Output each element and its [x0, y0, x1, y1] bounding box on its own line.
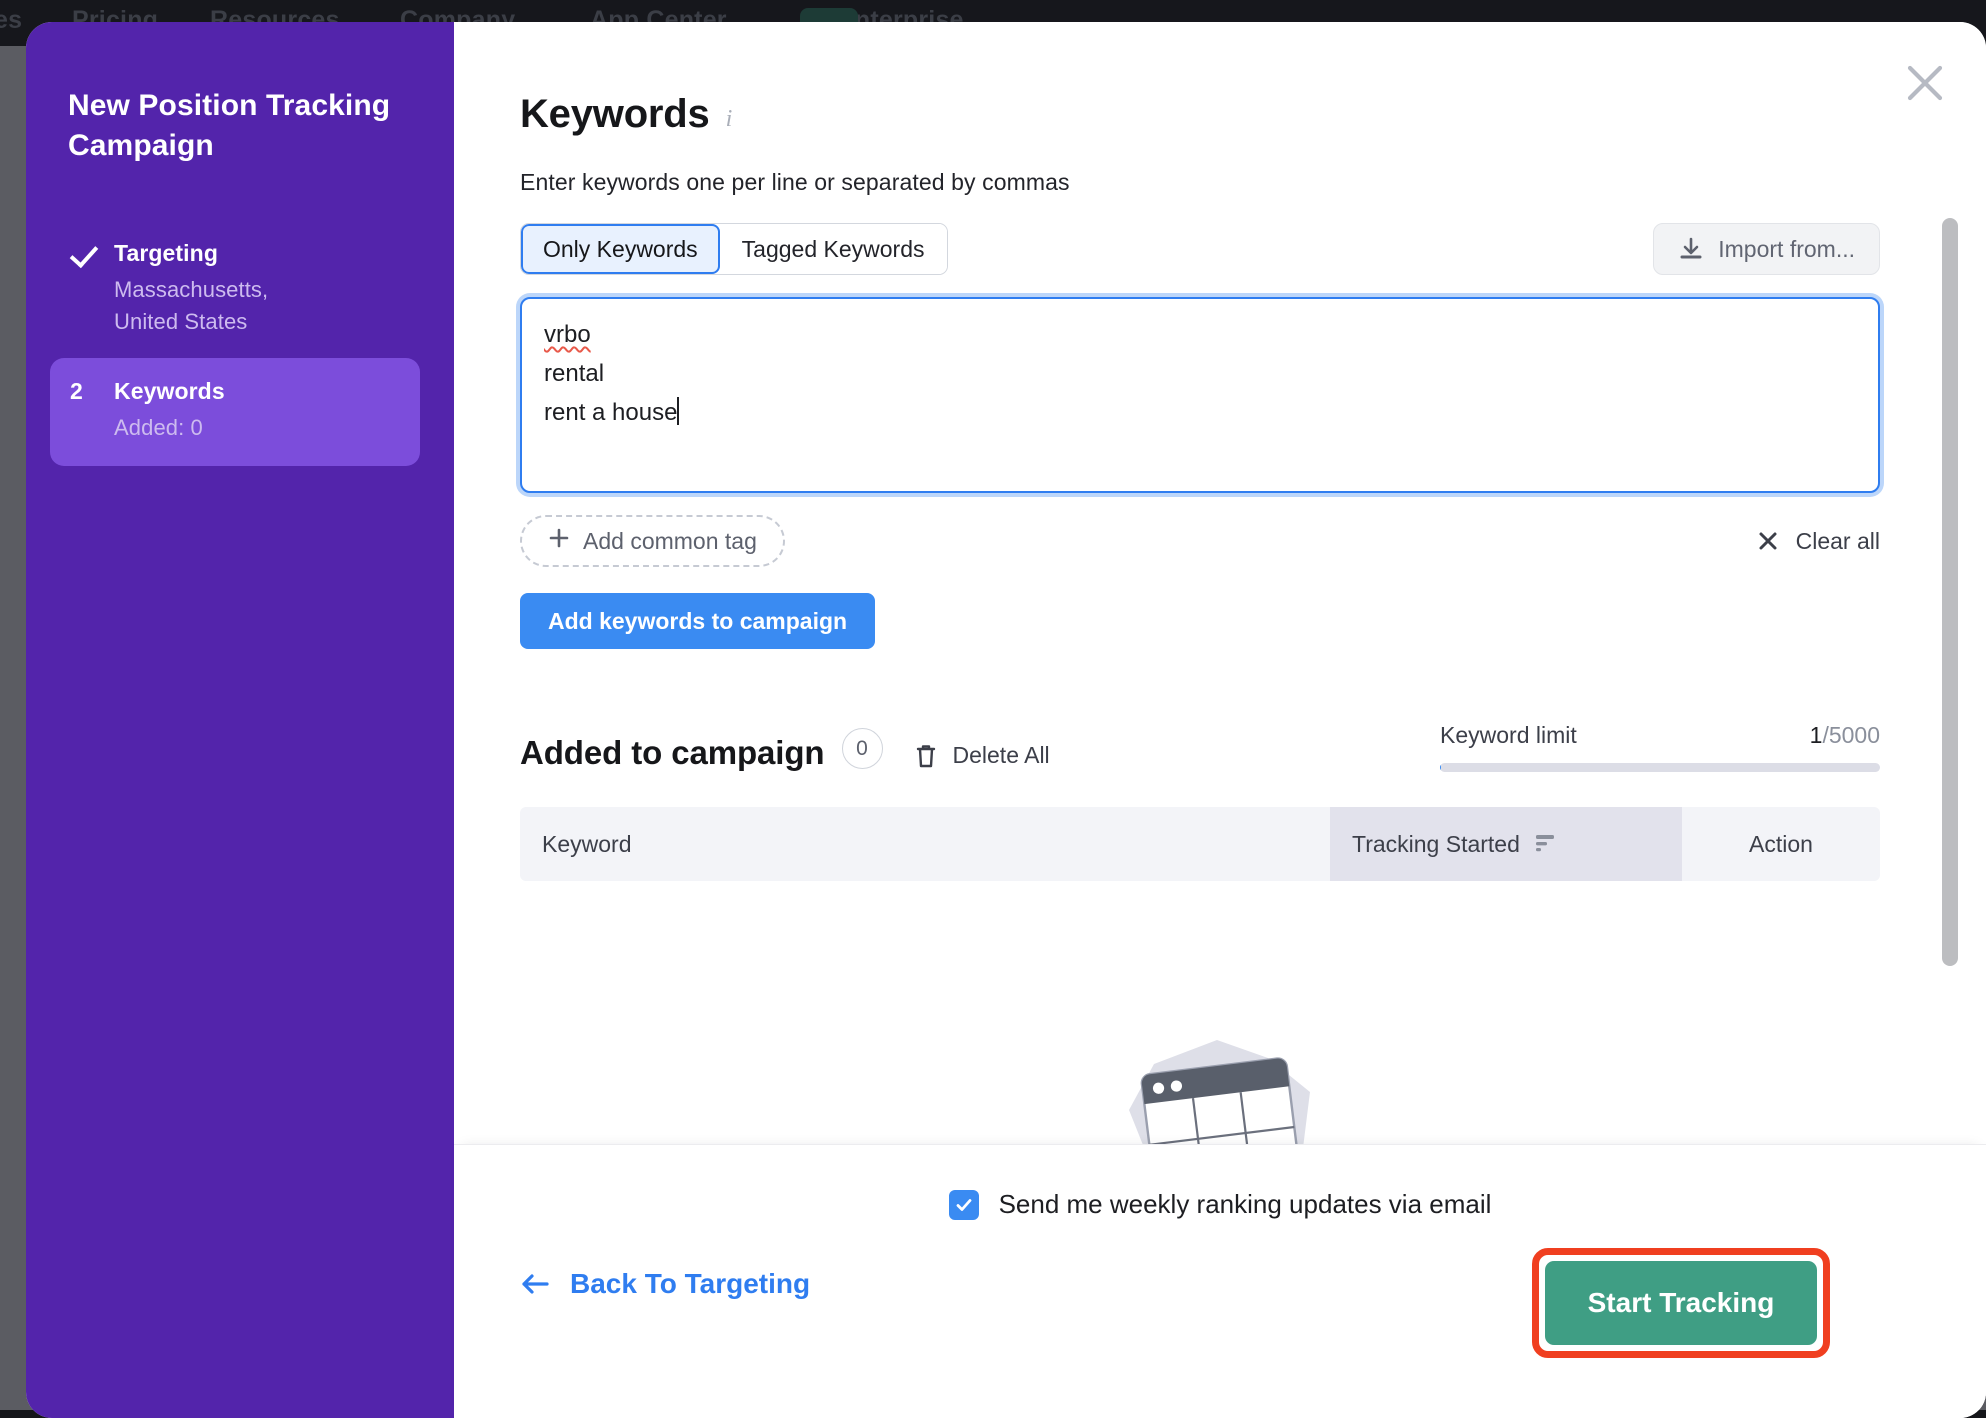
clear-all-label: Clear all: [1796, 528, 1880, 555]
keyword-limit-value: 1/5000: [1810, 722, 1880, 749]
back-to-targeting-button[interactable]: Back To Targeting: [520, 1268, 810, 1300]
step-sublabel-targeting: Massachusetts, United States: [114, 274, 394, 338]
footer-action-row: Back To Targeting Start Tracking: [454, 1248, 1986, 1358]
delete-all-button[interactable]: Delete All: [915, 742, 1050, 769]
close-x-icon: [1756, 529, 1780, 553]
column-header-keyword-label: Keyword: [542, 831, 631, 858]
tab-tagged-keywords[interactable]: Tagged Keywords: [720, 224, 947, 274]
campaign-wizard-sidebar: New Position Tracking Campaign Targeting…: [26, 22, 454, 1418]
added-keywords-table: Keyword Tracking Started: [520, 807, 1880, 881]
page-title-row: Keywords i: [520, 92, 1986, 137]
start-tracking-highlight-box: Start Tracking: [1532, 1248, 1830, 1358]
modal-content: Keywords i Enter keywords one per line o…: [454, 22, 1986, 1418]
step-complete-check-icon: [68, 238, 114, 268]
start-tracking-button[interactable]: Start Tracking: [1545, 1261, 1817, 1345]
arrow-left-icon: [520, 1272, 550, 1296]
keyword-limit-progressbar: [1440, 763, 1880, 772]
modal-footer: Send me weekly ranking updates via email…: [454, 1144, 1986, 1418]
wizard-step-list: Targeting Massachusetts, United States 2…: [68, 222, 412, 466]
step-sublabel-keywords: Added: 0: [114, 412, 402, 444]
info-icon[interactable]: i: [726, 102, 748, 128]
table-header-row: Keyword Tracking Started: [520, 807, 1880, 881]
tab-only-keywords[interactable]: Only Keywords: [521, 224, 720, 274]
weekly-email-row: Send me weekly ranking updates via email: [454, 1189, 1986, 1220]
column-header-keyword[interactable]: Keyword: [520, 807, 1330, 881]
keyword-line-1: vrbo: [544, 321, 591, 348]
column-header-action: Action: [1682, 807, 1880, 881]
download-icon: [1678, 236, 1704, 262]
sidebar-step-keywords[interactable]: 2 Keywords Added: 0: [50, 358, 420, 466]
text-caret: [677, 397, 679, 425]
tag-actions-row: Add common tag Clear all: [520, 515, 1880, 567]
import-from-label: Import from...: [1718, 236, 1855, 263]
keywords-input[interactable]: vrbo rental rent a house: [520, 297, 1880, 493]
trash-icon: [915, 743, 937, 769]
back-to-targeting-label: Back To Targeting: [570, 1268, 810, 1300]
delete-all-label: Delete All: [953, 742, 1050, 769]
weekly-email-label[interactable]: Send me weekly ranking updates via email: [999, 1189, 1492, 1220]
step-label-keywords: Keywords: [114, 376, 402, 406]
add-common-tag-button[interactable]: Add common tag: [520, 515, 785, 567]
sort-descending-icon: [1534, 831, 1556, 858]
add-keywords-to-campaign-button[interactable]: Add keywords to campaign: [520, 593, 875, 649]
step-number-keywords: 2: [68, 376, 114, 406]
step-label-targeting: Targeting: [114, 238, 394, 268]
column-header-tracking-started-label: Tracking Started: [1352, 831, 1520, 858]
keyword-limit-total: 5000: [1829, 722, 1880, 748]
keywords-toolbar: Only Keywords Tagged Keywords Import fro…: [520, 223, 1880, 275]
add-common-tag-label: Add common tag: [583, 528, 757, 555]
keywords-scroll-area: Keywords i Enter keywords one per line o…: [454, 22, 1986, 1142]
sidebar-step-targeting[interactable]: Targeting Massachusetts, United States: [68, 222, 412, 358]
column-header-action-label: Action: [1749, 831, 1813, 858]
keyword-limit-progress-fill: [1440, 763, 1441, 772]
weekly-email-checkbox[interactable]: [949, 1190, 979, 1220]
added-to-campaign-title: Added to campaign: [520, 734, 825, 772]
keyword-limit-current: 1: [1810, 722, 1823, 748]
keywords-hint-text: Enter keywords one per line or separated…: [520, 169, 1986, 196]
keyword-limit-label: Keyword limit: [1440, 722, 1577, 749]
keyword-limit-widget: Keyword limit 1/5000: [1440, 722, 1880, 772]
added-to-campaign-header: Added to campaign 0 Delete All Keyword: [520, 722, 1880, 772]
sidebar-title: New Position Tracking Campaign: [68, 86, 412, 166]
page-title: Keywords: [520, 92, 710, 137]
keyword-mode-segmented-control: Only Keywords Tagged Keywords: [520, 223, 948, 275]
column-header-tracking-started[interactable]: Tracking Started: [1330, 807, 1682, 881]
content-scrollbar[interactable]: [1942, 218, 1958, 966]
import-from-button[interactable]: Import from...: [1653, 223, 1880, 275]
added-count-badge: 0: [842, 728, 883, 769]
keyword-line-2: rental: [544, 360, 604, 387]
plus-icon: [548, 527, 570, 555]
keyword-line-3: rent a house: [544, 399, 677, 426]
backdrop-nav-item: es: [0, 6, 22, 35]
clear-all-button[interactable]: Clear all: [1756, 528, 1880, 555]
new-campaign-modal: New Position Tracking Campaign Targeting…: [26, 22, 1986, 1418]
